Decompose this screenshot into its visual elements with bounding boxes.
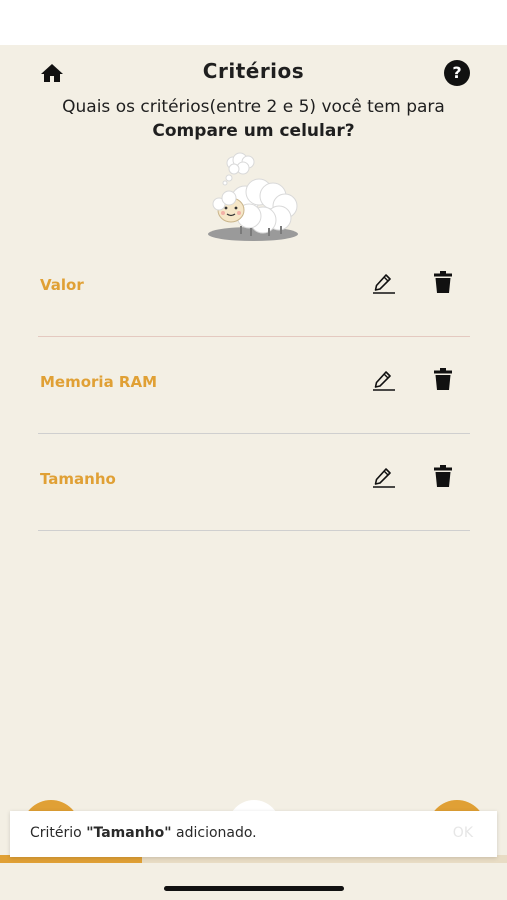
trash-icon[interactable] [432, 367, 454, 391]
toast-prefix: Critério [30, 825, 87, 841]
toast-ok-button[interactable]: OK [453, 825, 473, 841]
toast-criteria-name: "Tamanho" [86, 825, 172, 841]
question-line2: Compare um celular? [152, 121, 355, 141]
toast-message: Critério "Tamanho" adicionado. [30, 825, 257, 841]
pencil-icon[interactable] [372, 369, 396, 391]
criteria-label: Memoria RAM [40, 373, 158, 391]
toast: Critério "Tamanho" adicionado. OK [10, 811, 497, 857]
question-line1: Quais os critérios(entre 2 e 5) você tem… [62, 97, 445, 117]
pencil-icon[interactable] [372, 466, 396, 488]
toast-suffix: adicionado. [171, 825, 257, 841]
trash-icon[interactable] [432, 464, 454, 488]
sheep-illustration [208, 152, 298, 241]
criteria-label: Valor [40, 276, 84, 294]
home-indicator [164, 886, 344, 891]
criteria-item: Memoria RAM [38, 337, 470, 434]
criteria-item: Tamanho [38, 434, 470, 531]
criteria-label: Tamanho [40, 470, 116, 488]
status-bar [0, 0, 507, 45]
help-icon[interactable]: ? [444, 60, 470, 86]
criteria-item: Valor [38, 240, 470, 337]
criteria-list: Valor Memoria RAM Tamanho [38, 240, 470, 531]
page-title: Critérios [202, 59, 305, 83]
question-text: Quais os critérios(entre 2 e 5) você tem… [0, 95, 507, 143]
pencil-icon[interactable] [372, 272, 396, 294]
header: Critérios ? [0, 45, 507, 100]
trash-icon[interactable] [432, 270, 454, 294]
